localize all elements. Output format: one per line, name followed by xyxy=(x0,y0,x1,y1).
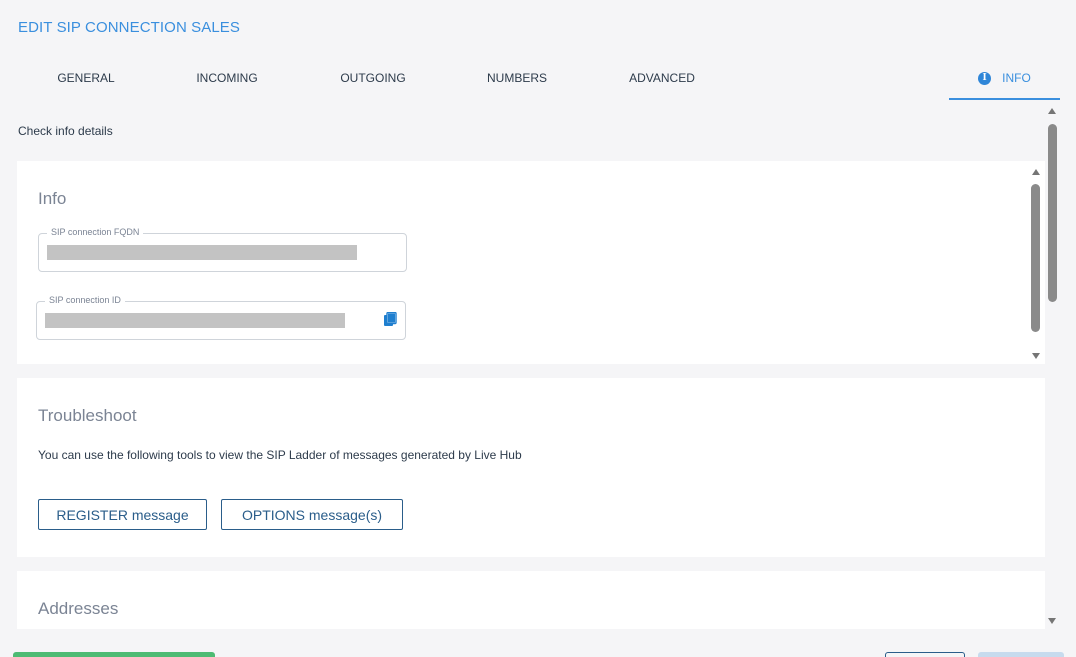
info-icon: i xyxy=(978,71,992,85)
options-messages-button[interactable]: OPTIONS message(s) xyxy=(221,499,403,530)
info-card-title: Info xyxy=(38,189,67,208)
footer-primary-button[interactable] xyxy=(13,652,215,657)
tab-bar: GENERAL INCOMING OUTGOING NUMBERS ADVANC… xyxy=(0,56,1076,102)
tab-numbers[interactable]: NUMBERS xyxy=(477,56,557,100)
troubleshoot-card: Troubleshoot You can use the following t… xyxy=(17,378,1045,557)
footer-save-button[interactable] xyxy=(978,652,1064,657)
scrollbar-thumb[interactable] xyxy=(1031,184,1040,332)
tab-outgoing[interactable]: OUTGOING xyxy=(330,56,416,100)
copy-icon[interactable] xyxy=(383,312,397,328)
addresses-card-title: Addresses xyxy=(38,599,119,618)
active-tab-indicator xyxy=(949,98,1060,100)
sip-id-field[interactable]: SIP connection ID xyxy=(36,295,406,340)
scroll-up-arrow-icon[interactable] xyxy=(1032,169,1040,175)
addresses-card: Addresses xyxy=(17,571,1045,629)
tab-general[interactable]: GENERAL xyxy=(46,56,126,100)
sip-id-label: SIP connection ID xyxy=(45,295,125,305)
troubleshoot-card-title: Troubleshoot xyxy=(38,406,137,425)
sip-id-value-redacted xyxy=(45,313,345,328)
sip-fqdn-field[interactable]: SIP connection FQDN xyxy=(38,227,407,272)
troubleshoot-description: You can use the following tools to view … xyxy=(38,448,522,462)
tab-advanced[interactable]: ADVANCED xyxy=(620,56,704,100)
page-scrollbar[interactable] xyxy=(1045,106,1059,626)
scroll-down-arrow-icon[interactable] xyxy=(1048,618,1056,624)
info-card: Info SIP connection FQDN SIP connection … xyxy=(17,161,1045,364)
scrollbar-thumb[interactable] xyxy=(1048,124,1057,302)
page-subtitle: Check info details xyxy=(18,124,113,138)
footer-secondary-button[interactable] xyxy=(885,652,965,657)
tab-incoming[interactable]: INCOMING xyxy=(186,56,268,100)
sip-fqdn-label: SIP connection FQDN xyxy=(47,227,144,237)
register-message-button[interactable]: REGISTER message xyxy=(38,499,207,530)
tab-info[interactable]: i INFO xyxy=(949,56,1060,100)
scroll-up-arrow-icon[interactable] xyxy=(1048,108,1056,114)
info-card-scrollbar[interactable] xyxy=(1030,169,1042,359)
tab-info-label: INFO xyxy=(1002,71,1031,85)
scroll-down-arrow-icon[interactable] xyxy=(1032,353,1040,359)
sip-fqdn-value-redacted xyxy=(47,245,357,260)
page-title: EDIT SIP CONNECTION SALES xyxy=(18,19,240,36)
